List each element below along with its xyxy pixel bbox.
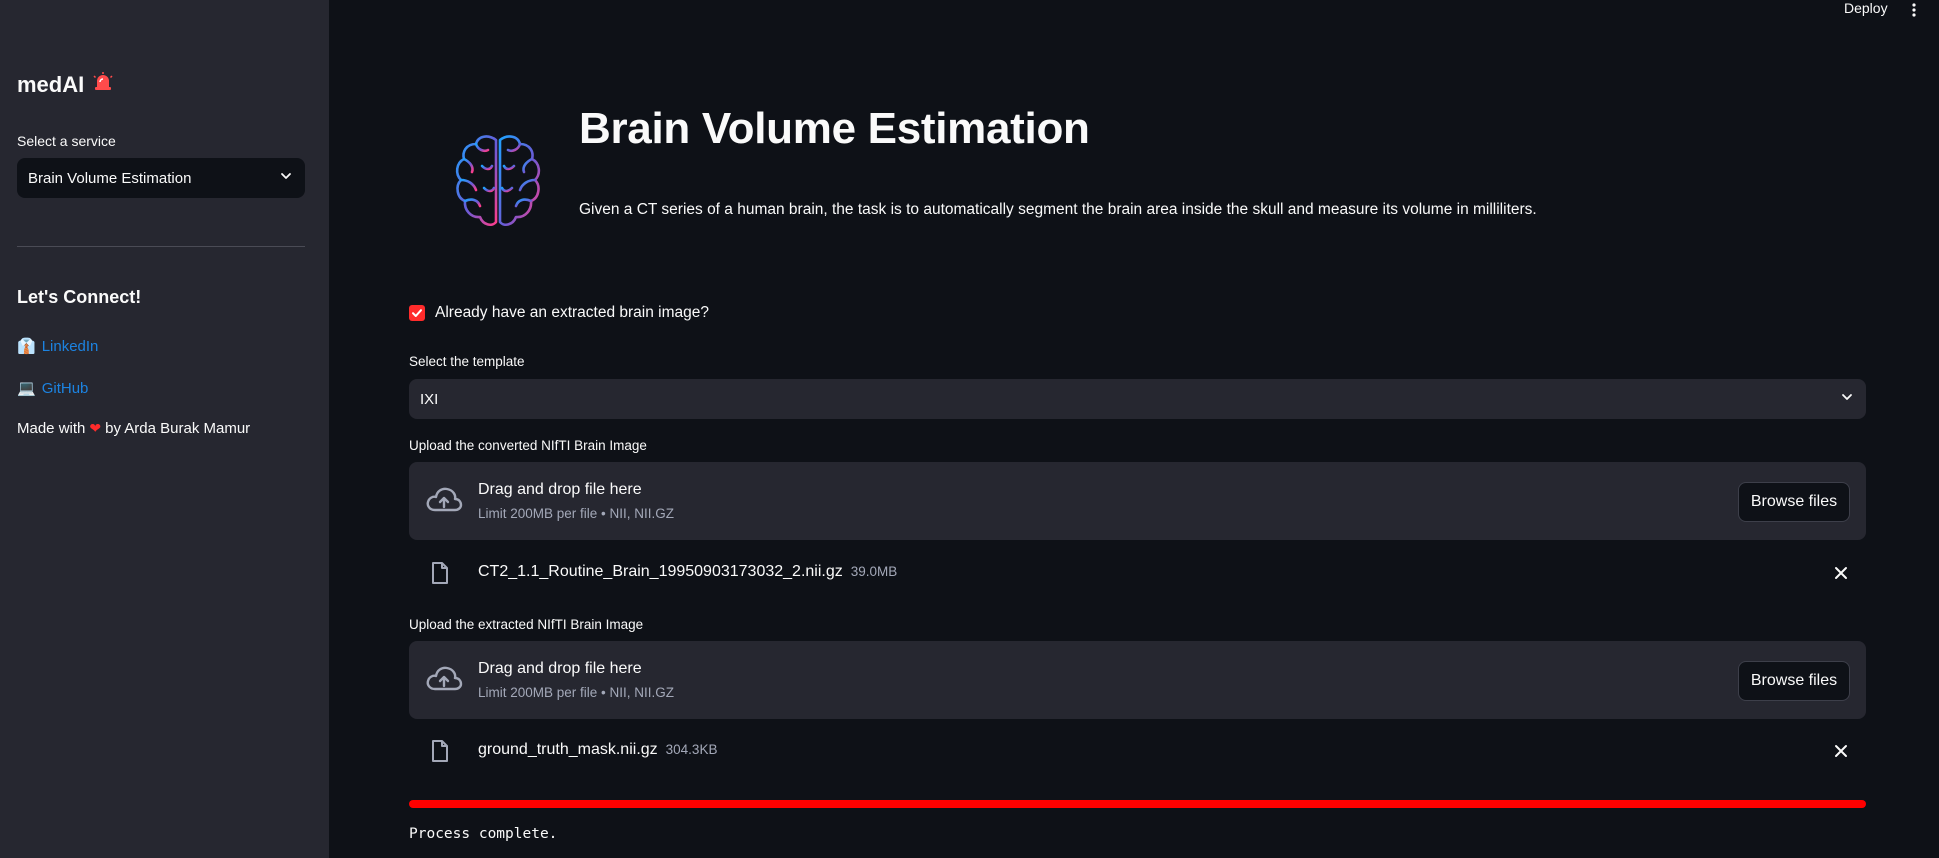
service-select[interactable]: Brain Volume Estimation (17, 158, 305, 198)
checkbox-checked-icon[interactable] (409, 305, 425, 321)
briefcase-icon: 👔 (17, 338, 36, 355)
template-select-label: Select the template (409, 354, 525, 369)
uploaded-file-info: ground_truth_mask.nii.gz 304.3KB (478, 741, 717, 759)
heart-icon: ❤ (89, 420, 102, 436)
chevron-down-icon (1840, 390, 1854, 408)
app: medAI Select a service Brain Volume Esti… (0, 0, 1939, 858)
template-select[interactable]: IXI (409, 379, 1866, 419)
deploy-button[interactable]: Deploy (1836, 0, 1896, 20)
uploaded-file-size: 304.3KB (665, 742, 718, 757)
sidebar-title: medAI (17, 72, 114, 98)
progress-bar (409, 800, 1866, 808)
uploaded-file-info: CT2_1.1_Routine_Brain_19950903173032_2.n… (478, 563, 897, 581)
remove-file-close-icon[interactable] (1834, 744, 1848, 758)
service-select-label: Select a service (17, 133, 116, 149)
file-icon (431, 739, 449, 763)
checkbox-label: Already have an extracted brain image? (435, 304, 709, 321)
made-with-suffix: by Arda Burak Mamur (105, 420, 251, 437)
service-select-value: Brain Volume Estimation (28, 169, 192, 187)
uploaded-file-row: CT2_1.1_Routine_Brain_19950903173032_2.n… (409, 553, 1866, 593)
browse-files-button[interactable]: Browse files (1738, 661, 1850, 701)
siren-icon (92, 72, 114, 98)
kebab-menu-icon[interactable] (1906, 2, 1922, 18)
dropzone-title: Drag and drop file here (478, 481, 642, 498)
dropzone-limit: Limit 200MB per file • NII, NII.GZ (478, 506, 675, 521)
uploaded-file-name: CT2_1.1_Routine_Brain_19950903173032_2.n… (478, 563, 843, 580)
extracted-upload-label: Upload the extracted NIfTI Brain Image (409, 617, 644, 632)
uploaded-file-row: ground_truth_mask.nii.gz 304.3KB (409, 731, 1866, 771)
status-text: Process complete. (409, 826, 558, 842)
app-name: medAI (17, 72, 85, 97)
remove-file-close-icon[interactable] (1834, 566, 1848, 580)
browse-files-button[interactable]: Browse files (1738, 482, 1850, 522)
dropzone-limit: Limit 200MB per file • NII, NII.GZ (478, 685, 675, 700)
linkedin-link[interactable]: LinkedIn (42, 338, 99, 355)
dropzone-title: Drag and drop file here (478, 660, 642, 677)
page-title: Brain Volume Estimation (579, 104, 1090, 153)
laptop-icon: 💻 (17, 380, 36, 397)
cloud-upload-icon (425, 484, 463, 516)
uploaded-file-name: ground_truth_mask.nii.gz (478, 741, 658, 758)
connect-heading: Let's Connect! (17, 287, 142, 307)
file-icon (431, 561, 449, 585)
brain-icon (452, 132, 544, 230)
converted-upload-label: Upload the converted NIfTI Brain Image (409, 438, 647, 453)
made-with-credit: Made with ❤ by Arda Burak Mamur (17, 420, 250, 437)
extracted-dropzone[interactable]: Drag and drop file here Limit 200MB per … (409, 641, 1866, 719)
sidebar-divider (17, 246, 305, 247)
github-link-row: 💻 GitHub (17, 379, 89, 398)
uploaded-file-size: 39.0MB (850, 564, 898, 579)
made-with-prefix: Made with (17, 420, 86, 437)
cloud-upload-icon (425, 663, 463, 695)
page-description: Given a CT series of a human brain, the … (579, 201, 1537, 218)
converted-dropzone[interactable]: Drag and drop file here Limit 200MB per … (409, 462, 1866, 540)
extracted-image-checkbox[interactable]: Already have an extracted brain image? (409, 304, 709, 322)
sidebar: medAI Select a service Brain Volume Esti… (0, 0, 329, 858)
linkedin-link-row: 👔 LinkedIn (17, 337, 99, 356)
github-link[interactable]: GitHub (42, 380, 89, 397)
template-select-value: IXI (420, 390, 439, 408)
chevron-down-icon (279, 169, 293, 187)
